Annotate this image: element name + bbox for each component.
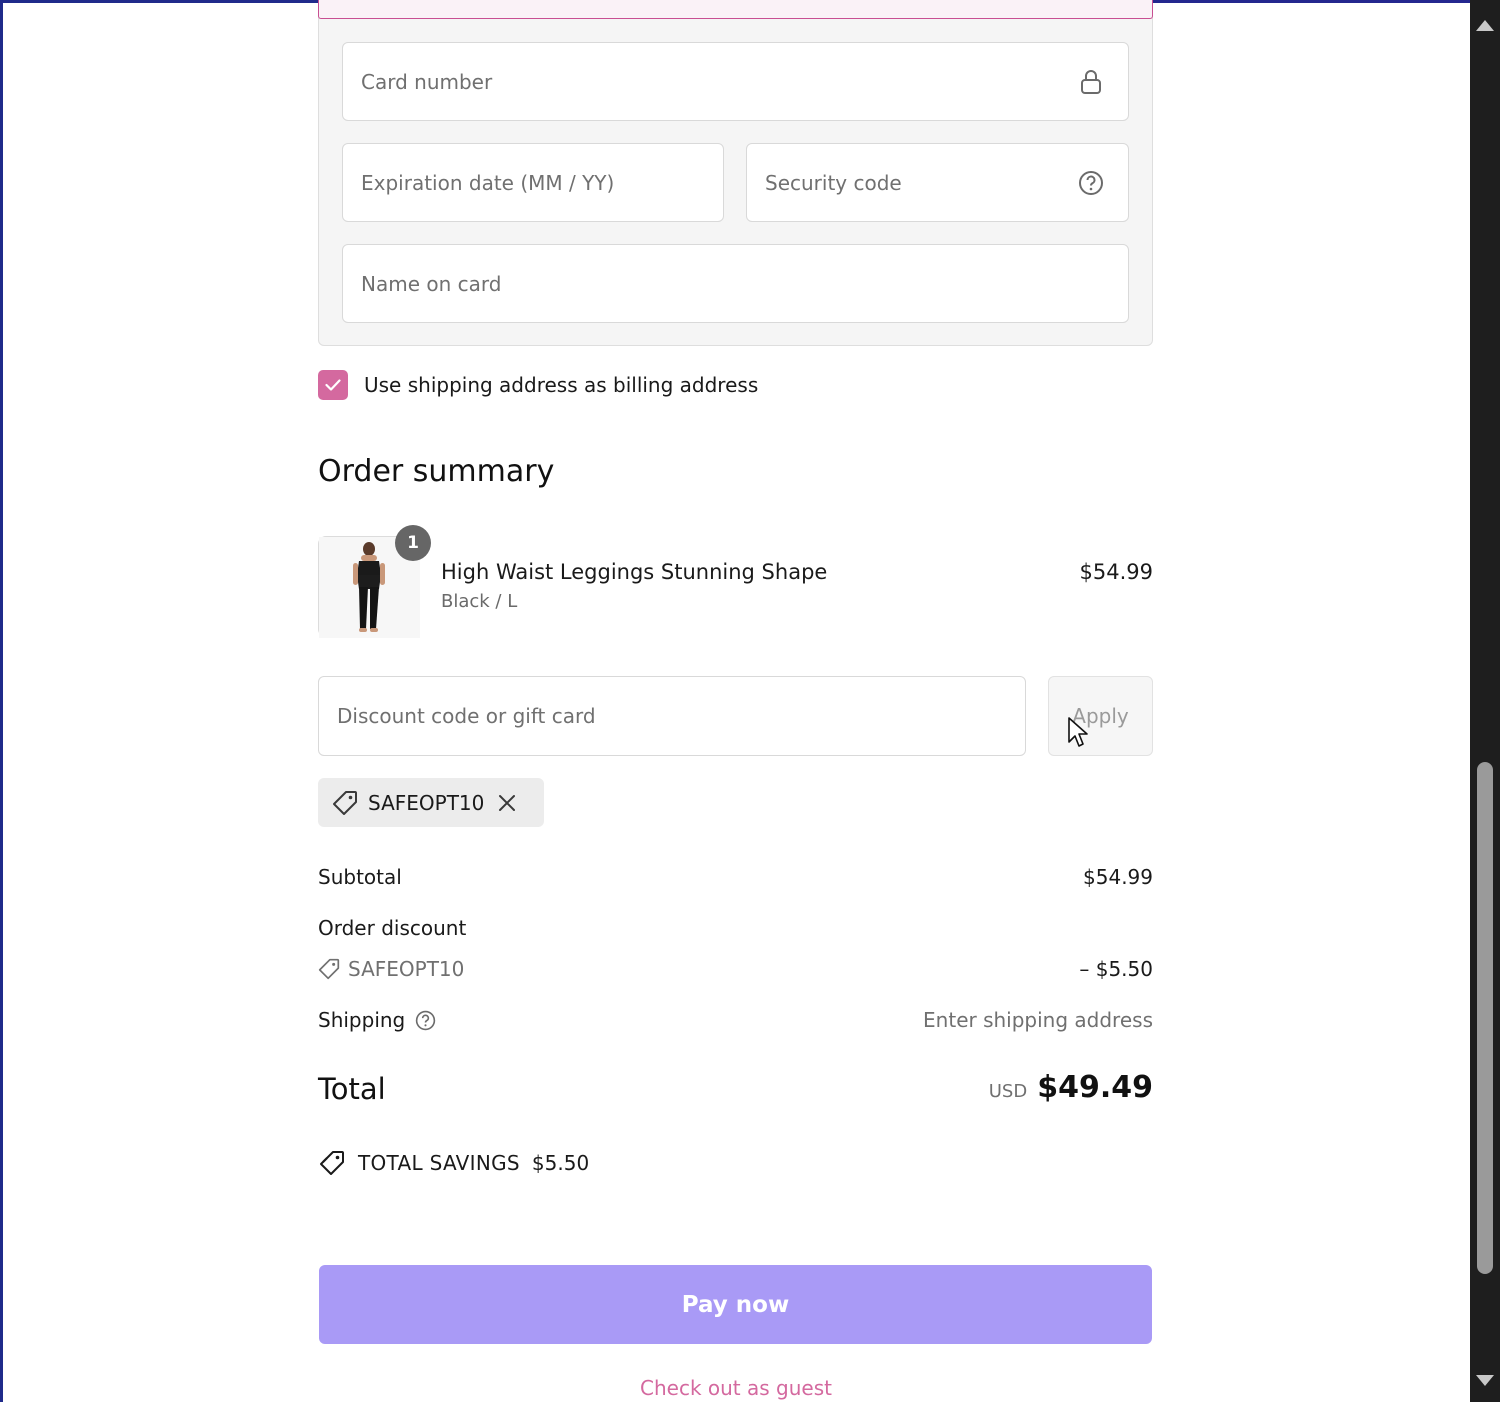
vertical-scrollbar[interactable] — [1470, 0, 1500, 1402]
window-left-border — [0, 0, 3, 1402]
subtotal-label: Subtotal — [318, 865, 402, 889]
order-discount-value: – $5.50 — [1079, 957, 1153, 981]
checkmark-icon — [325, 379, 341, 391]
order-discount-code: SAFEOPT10 — [348, 957, 465, 981]
savings-tag-icon — [318, 1150, 346, 1176]
subtotal-value: $54.99 — [1083, 865, 1153, 889]
product-price: $54.99 — [1079, 560, 1153, 584]
lock-icon — [1078, 69, 1104, 95]
mouse-cursor-icon — [1068, 717, 1088, 747]
product-name: High Waist Leggings Stunning Shape — [441, 560, 828, 584]
total-value: USD $49.49 — [989, 1070, 1153, 1105]
scroll-up-arrow-icon[interactable] — [1476, 20, 1494, 31]
product-variant: Black / L — [441, 591, 518, 612]
apply-button[interactable]: Apply — [1048, 676, 1153, 756]
checkout-as-guest-link[interactable]: Check out as guest — [0, 1376, 1472, 1400]
applied-discount-chip: SAFEOPT10 — [318, 778, 544, 827]
card-number-field[interactable]: Card number — [342, 42, 1129, 121]
use-shipping-label: Use shipping address as billing address — [364, 373, 759, 397]
use-shipping-checkbox[interactable] — [318, 370, 348, 400]
scrollbar-thumb[interactable] — [1477, 762, 1493, 1274]
order-discount-code-row: SAFEOPT10 — [318, 957, 464, 981]
total-currency: USD — [988, 1081, 1028, 1102]
total-label: Total — [318, 1072, 386, 1106]
shipping-label: Shipping — [318, 1008, 406, 1032]
applied-discount-code: SAFEOPT10 — [368, 790, 485, 815]
remove-discount-close-icon[interactable] — [498, 794, 516, 812]
total-savings-value: $5.50 — [531, 1151, 590, 1175]
scroll-down-arrow-icon[interactable] — [1476, 1375, 1494, 1386]
discount-code-placeholder: Discount code or gift card — [337, 704, 596, 728]
help-icon[interactable] — [1078, 170, 1104, 196]
quantity-badge: 1 — [395, 525, 431, 561]
total-savings-row: TOTAL SAVINGS $5.50 — [318, 1150, 589, 1176]
order-summary-heading: Order summary — [318, 454, 555, 489]
security-code-field[interactable]: Security code — [746, 143, 1129, 222]
security-code-placeholder: Security code — [765, 170, 902, 195]
discount-code-input[interactable]: Discount code or gift card — [318, 676, 1026, 756]
billing-address-checkbox-row[interactable]: Use shipping address as billing address — [318, 370, 758, 400]
total-amount: $49.49 — [1037, 1070, 1153, 1105]
name-on-card-field[interactable]: Name on card — [342, 244, 1129, 323]
tag-icon — [332, 790, 358, 816]
shipping-help-icon[interactable] — [415, 1010, 436, 1031]
total-savings-label: TOTAL SAVINGS — [358, 1151, 520, 1175]
card-number-placeholder: Card number — [361, 69, 493, 94]
order-discount-label: Order discount — [318, 916, 467, 940]
name-on-card-placeholder: Name on card — [361, 271, 502, 296]
shipping-value: Enter shipping address — [923, 1008, 1153, 1032]
expiration-date-field[interactable]: Expiration date (MM / YY) — [342, 143, 724, 222]
expiration-placeholder: Expiration date (MM / YY) — [361, 170, 615, 195]
selected-payment-option-edge — [318, 0, 1153, 19]
shipping-row: Shipping — [318, 1008, 436, 1032]
pay-now-button[interactable]: Pay now — [319, 1265, 1152, 1344]
discount-tag-icon — [318, 958, 340, 980]
